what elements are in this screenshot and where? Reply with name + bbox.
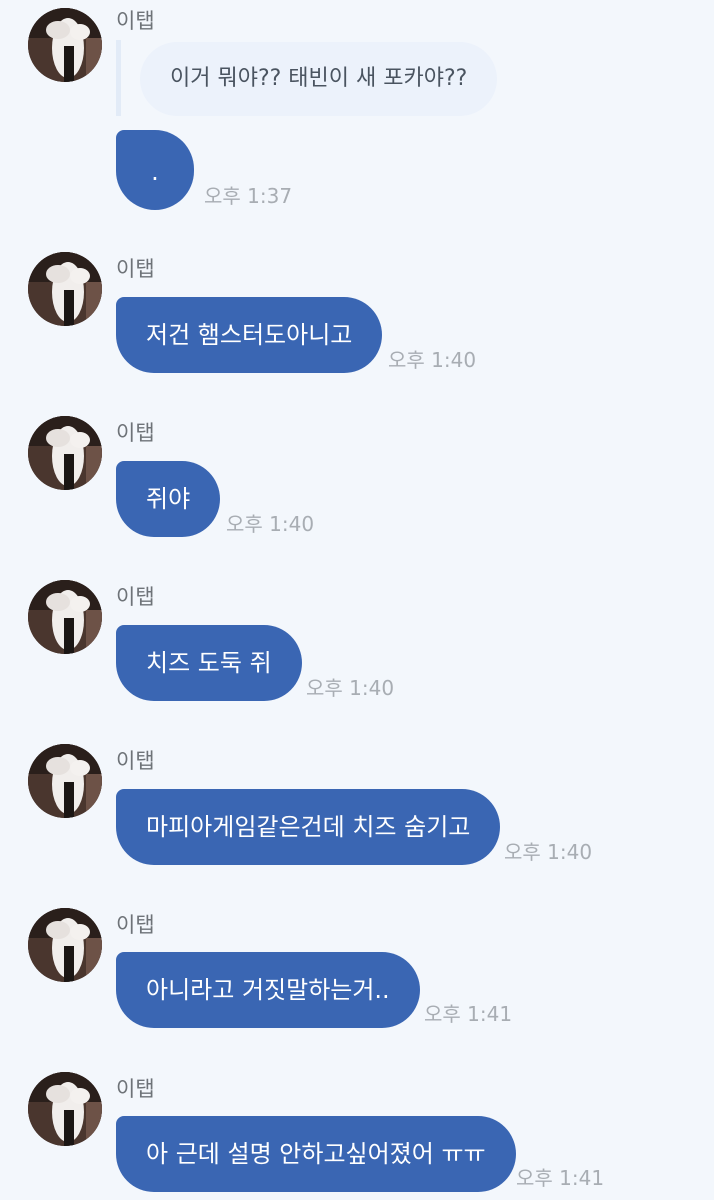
cat-photo-icon: [28, 744, 102, 818]
message-time: 오후 1:37: [204, 184, 293, 208]
avatar[interactable]: [28, 8, 102, 82]
sender-name: 이탭: [116, 421, 155, 445]
chat-view: 이탭 이거 뭐야?? 태빈이 새 포카야?? . 오후 1:37 이탭 저건 햄…: [0, 0, 714, 1200]
sender-name: 이탭: [116, 585, 155, 609]
message-time: 오후 1:40: [388, 348, 477, 372]
cat-photo-icon: [28, 416, 102, 490]
avatar[interactable]: [28, 908, 102, 982]
avatar[interactable]: [28, 416, 102, 490]
message-time: 오후 1:41: [516, 1166, 605, 1190]
sender-name: 이탭: [116, 749, 155, 773]
reply-quote-bar: [116, 40, 121, 116]
message-bubble[interactable]: 치즈 도둑 쥐: [116, 625, 302, 701]
cat-photo-icon: [28, 908, 102, 982]
message-bubble[interactable]: 마피아게임같은건데 치즈 숨기고: [116, 789, 501, 865]
sender-name: 이탭: [116, 9, 155, 33]
message-time: 오후 1:40: [504, 840, 593, 864]
avatar[interactable]: [28, 1072, 102, 1146]
cat-photo-icon: [28, 252, 102, 326]
message-time: 오후 1:41: [424, 1002, 513, 1026]
sender-name: 이탭: [116, 913, 155, 937]
message-bubble[interactable]: 아니라고 거짓말하는거..: [116, 952, 420, 1028]
reply-quote-bubble[interactable]: 이거 뭐야?? 태빈이 새 포카야??: [140, 42, 498, 116]
cat-photo-icon: [28, 8, 102, 82]
cat-photo-icon: [28, 1072, 102, 1146]
message-bubble[interactable]: 저건 햄스터도아니고: [116, 297, 383, 373]
message-bubble[interactable]: .: [116, 130, 194, 210]
cat-photo-icon: [28, 580, 102, 654]
sender-name: 이탭: [116, 257, 155, 281]
sender-name: 이탭: [116, 1077, 155, 1101]
avatar[interactable]: [28, 580, 102, 654]
message-time: 오후 1:40: [226, 512, 315, 536]
message-time: 오후 1:40: [306, 676, 395, 700]
avatar[interactable]: [28, 744, 102, 818]
message-bubble[interactable]: 쥐야: [116, 461, 221, 537]
avatar[interactable]: [28, 252, 102, 326]
message-bubble[interactable]: 아 근데 설명 안하고싶어졌어 ㅠㅠ: [116, 1116, 516, 1192]
